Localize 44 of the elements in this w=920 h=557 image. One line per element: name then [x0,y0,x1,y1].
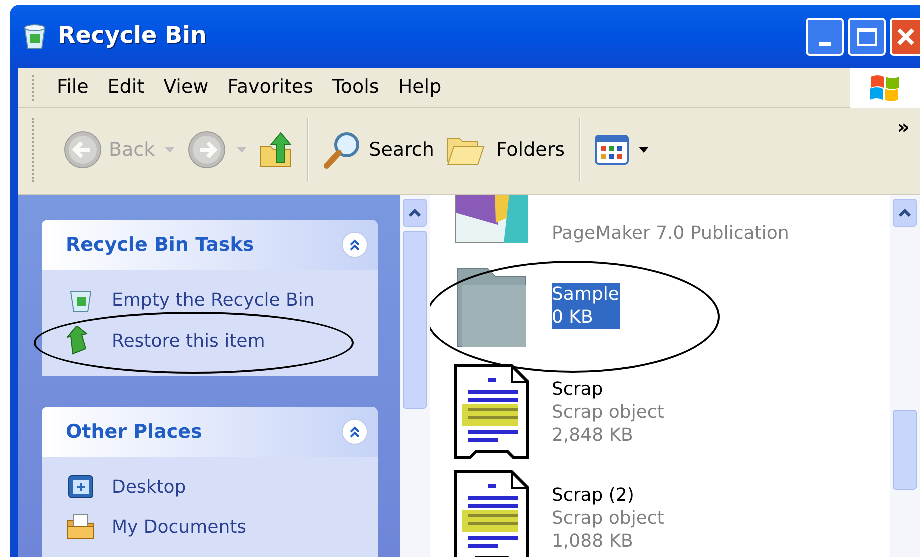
desktop-icon [66,473,96,501]
menu-item[interactable]: Edit [100,70,153,105]
collapse-chevron-icon[interactable] [342,232,368,258]
views-grid-icon [595,135,630,165]
menu-item[interactable]: Tools [324,70,388,105]
scrap-document-icon [452,364,532,460]
file-detail[interactable]: 2,848 KB [552,424,664,446]
close-icon [895,26,917,48]
file-detail[interactable]: Scrap object [552,506,664,530]
file-list-scrollbar[interactable] [890,195,920,557]
dropdown-caret-icon [639,147,650,153]
folder-icon [66,513,96,541]
file-name[interactable]: Scrap [552,378,664,400]
windows-logo-icon [850,68,920,108]
task-link[interactable]: My Documents [112,514,247,540]
file-detail[interactable]: PageMaker 7.0 Publication [552,222,790,245]
minimize-button[interactable] [806,18,844,56]
file-detail[interactable]: Scrap object [552,400,664,424]
selected-file-label[interactable]: Sample 0 KB [552,283,620,329]
task-link[interactable]: Desktop [112,474,186,500]
scrollbar-thumb[interactable] [893,410,917,490]
scrollbar-thumb[interactable] [403,231,427,409]
panel-title: Recycle Bin Tasks [66,232,254,258]
dropdown-caret-icon [237,147,248,153]
panel-title: Other Places [66,420,202,445]
task-link[interactable]: Empty the Recycle Bin [112,286,315,314]
file-detail[interactable]: 1,088 KB [552,530,664,552]
file-name[interactable]: Scrap (2) [552,484,664,506]
toolbar-overflow-chevron[interactable]: » [897,112,910,142]
folder-up-arrow-icon [259,131,294,169]
task-link[interactable]: Restore this item [112,328,266,354]
close-button[interactable] [890,18,920,56]
menu-item[interactable]: File [49,70,97,105]
task-pane-scrollbar[interactable] [400,195,430,557]
recycle-bin-icon [22,22,48,50]
maximize-button[interactable] [848,18,886,56]
search-button[interactable]: Search [317,126,440,174]
folders-button[interactable]: Folders [440,126,572,174]
window-title: Recycle Bin [58,22,208,52]
collapse-chevron-icon[interactable] [342,419,368,445]
dropdown-caret-icon [165,147,176,153]
menu-item[interactable]: View [156,70,217,105]
menu-item[interactable]: Help [390,70,450,105]
menu-item[interactable]: Favorites [220,70,322,105]
